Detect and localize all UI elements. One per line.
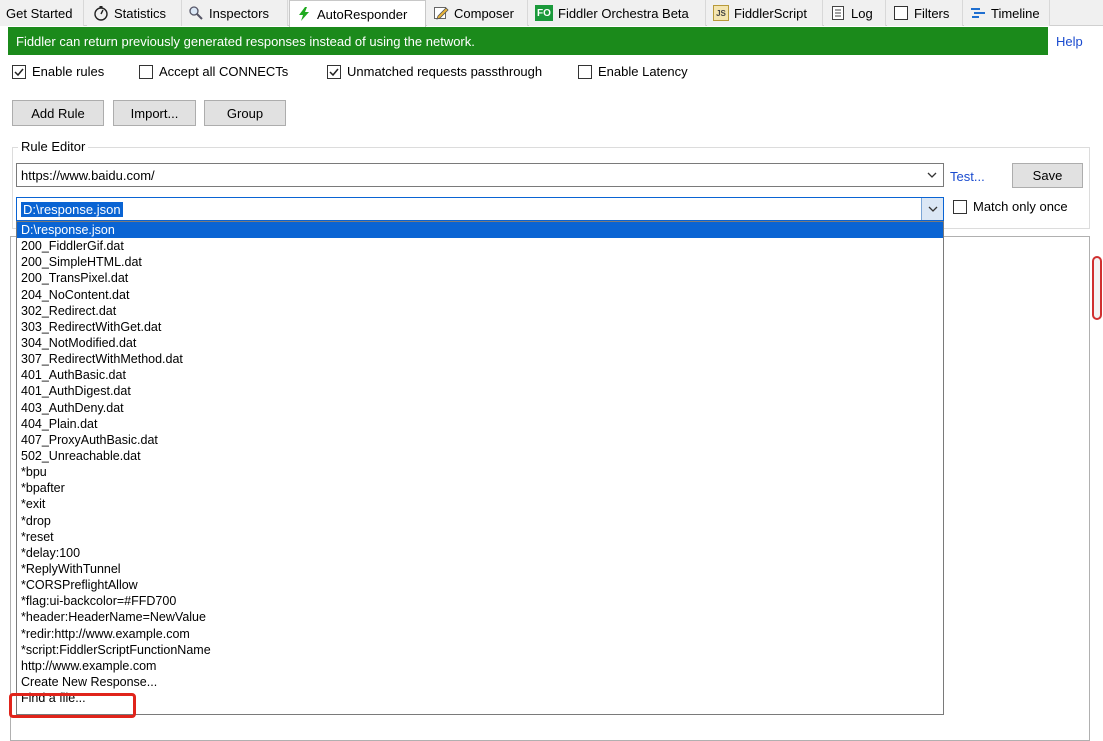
match-only-once-checkbox[interactable]: Match only once: [953, 199, 1068, 214]
tab-inspectors[interactable]: Inspectors: [182, 0, 288, 26]
dropdown-option[interactable]: *ReplyWithTunnel: [17, 561, 943, 577]
dropdown-option[interactable]: 200_TransPixel.dat: [17, 270, 943, 286]
dropdown-option[interactable]: *reset: [17, 529, 943, 545]
tab-autoresponder[interactable]: AutoResponder: [289, 0, 426, 27]
checkbox-label: Match only once: [973, 199, 1068, 214]
match-url-value: https://www.baidu.com/: [21, 167, 155, 183]
dropdown-option[interactable]: 401_AuthDigest.dat: [17, 383, 943, 399]
tab-label: Log: [851, 5, 873, 21]
lightning-icon: [296, 6, 312, 22]
dropdown-option[interactable]: *script:FiddlerScriptFunctionName: [17, 642, 943, 658]
tab-filters[interactable]: Filters: [887, 0, 963, 26]
dropdown-option[interactable]: 204_NoContent.dat: [17, 287, 943, 303]
tab-label: Inspectors: [209, 5, 269, 21]
checkbox-label: Enable rules: [32, 64, 105, 79]
tab-label: Fiddler Orchestra Beta: [558, 5, 689, 21]
magnifier-icon: [188, 5, 204, 21]
dropdown-option[interactable]: *redir:http://www.example.com: [17, 626, 943, 642]
tab-label: Filters: [914, 5, 950, 21]
dropdown-option[interactable]: *exit: [17, 496, 943, 512]
vertical-scrollbar[interactable]: [1092, 256, 1102, 320]
tab-label: Statistics: [114, 5, 167, 21]
tab-get-started[interactable]: Get Started: [0, 0, 84, 26]
save-button[interactable]: Save: [1012, 163, 1083, 188]
log-icon: [830, 5, 846, 21]
dropdown-option[interactable]: *delay:100: [17, 545, 943, 561]
dropdown-option[interactable]: Find a file...: [17, 690, 943, 706]
checkbox-box[interactable]: [139, 64, 153, 79]
enable-rules-checkbox[interactable]: Enable rules: [12, 64, 104, 79]
dropdown-option[interactable]: 302_Redirect.dat: [17, 303, 943, 319]
dropdown-option[interactable]: 307_RedirectWithMethod.dat: [17, 351, 943, 367]
dropdown-option[interactable]: *flag:ui-backcolor=#FFD700: [17, 593, 943, 609]
action-combobox[interactable]: D:\response.json: [16, 197, 944, 221]
dropdown-option[interactable]: 401_AuthBasic.dat: [17, 367, 943, 383]
rule-editor-legend: Rule Editor: [18, 139, 89, 154]
help-link[interactable]: Help: [1056, 34, 1083, 49]
dropdown-option[interactable]: 404_Plain.dat: [17, 416, 943, 432]
add-rule-button[interactable]: Add Rule: [12, 100, 104, 126]
checkbox-label: Unmatched requests passthrough: [347, 64, 543, 79]
stopwatch-icon: [93, 5, 109, 21]
info-banner: Fiddler can return previously generated …: [8, 27, 1048, 55]
tab-fiddler-orchestra[interactable]: FO Fiddler Orchestra Beta: [529, 0, 706, 26]
accept-connects-checkbox[interactable]: Accept all CONNECTs: [139, 64, 288, 79]
checkbox-label: Accept all CONNECTs: [159, 64, 289, 79]
dropdown-option[interactable]: 403_AuthDeny.dat: [17, 400, 943, 416]
tab-label: Composer: [454, 5, 514, 21]
banner-text: Fiddler can return previously generated …: [16, 33, 475, 49]
script-icon: JS: [713, 5, 729, 21]
import-button[interactable]: Import...: [113, 100, 196, 126]
fo-icon: FO: [535, 5, 553, 21]
test-link[interactable]: Test...: [950, 169, 985, 184]
dropdown-option[interactable]: *bpafter: [17, 480, 943, 496]
tab-statistics[interactable]: Statistics: [87, 0, 182, 26]
dropdown-option[interactable]: 304_NotModified.dat: [17, 335, 943, 351]
tab-timeline[interactable]: Timeline: [964, 0, 1050, 26]
dropdown-option[interactable]: *drop: [17, 513, 943, 529]
checkbox-box[interactable]: [953, 199, 967, 214]
dropdown-option[interactable]: 200_SimpleHTML.dat: [17, 254, 943, 270]
dropdown-option[interactable]: *header:HeaderName=NewValue: [17, 609, 943, 625]
checkbox-box[interactable]: [327, 64, 341, 79]
dropdown-option[interactable]: 200_FiddlerGif.dat: [17, 238, 943, 254]
tab-fiddlerscript[interactable]: JS FiddlerScript: [707, 0, 823, 26]
tab-composer[interactable]: Composer: [427, 0, 528, 26]
match-url-combobox[interactable]: https://www.baidu.com/: [16, 163, 944, 187]
dropdown-option[interactable]: Create New Response...: [17, 674, 943, 690]
tab-log[interactable]: Log: [824, 0, 886, 26]
dropdown-option[interactable]: 502_Unreachable.dat: [17, 448, 943, 464]
group-button[interactable]: Group: [204, 100, 286, 126]
checkbox-box[interactable]: [578, 64, 592, 79]
checkbox-label: Enable Latency: [598, 64, 688, 79]
checkbox-box[interactable]: [12, 64, 26, 79]
checkbox-icon: [893, 5, 909, 21]
tab-label: Get Started: [6, 5, 73, 21]
dropdown-option[interactable]: 303_RedirectWithGet.dat: [17, 319, 943, 335]
dropdown-button[interactable]: [921, 198, 943, 220]
checkmark-icon: [14, 68, 24, 76]
dropdown-option[interactable]: *bpu: [17, 464, 943, 480]
dropdown-option[interactable]: 407_ProxyAuthBasic.dat: [17, 432, 943, 448]
checkmark-icon: [329, 68, 339, 76]
tab-label: Timeline: [991, 5, 1040, 21]
dropdown-option[interactable]: http://www.example.com: [17, 658, 943, 674]
chevron-down-icon: [928, 206, 938, 212]
timeline-icon: [970, 5, 986, 21]
chevron-down-icon[interactable]: [925, 168, 939, 182]
unmatched-passthrough-checkbox[interactable]: Unmatched requests passthrough: [327, 64, 542, 79]
pencil-icon: [433, 5, 449, 21]
response-options-list[interactable]: D:\response.json 200_FiddlerGif.dat 200_Si…: [16, 221, 944, 715]
dropdown-option[interactable]: D:\response.json: [17, 222, 943, 239]
dropdown-option[interactable]: *CORSPreflightAllow: [17, 577, 943, 593]
action-value: D:\response.json: [21, 201, 123, 217]
tab-label: FiddlerScript: [734, 5, 807, 21]
tab-label: AutoResponder: [317, 6, 408, 22]
enable-latency-checkbox[interactable]: Enable Latency: [578, 64, 688, 79]
find-a-file-highlight: [9, 693, 136, 718]
